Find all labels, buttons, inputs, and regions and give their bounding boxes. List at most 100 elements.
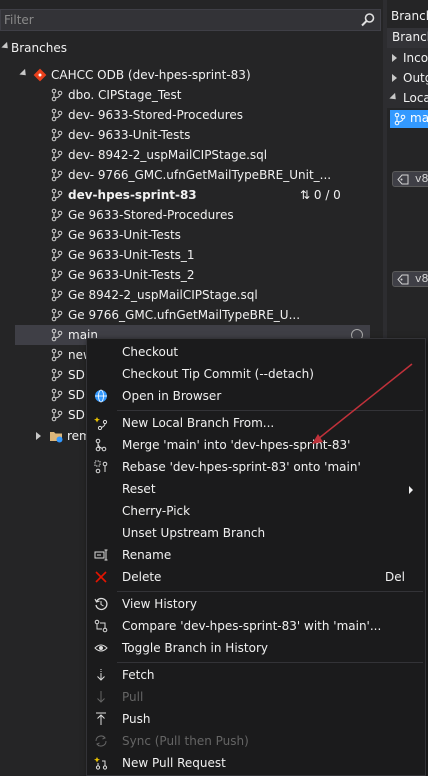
menu-merge[interactable]: Merge 'main' into 'dev-hpes-sprint-83' [87, 434, 425, 456]
expand-icon[interactable] [389, 92, 399, 103]
branch-icon [51, 188, 63, 202]
expand-icon[interactable] [36, 432, 41, 440]
branch-label: Ge 9633-Unit-Tests_2 [68, 268, 195, 282]
branch-label: Ge 9633-Unit-Tests_1 [68, 248, 195, 262]
menu-label: Merge 'main' into 'dev-hpes-sprint-83' [122, 438, 351, 452]
history-branch-selector[interactable]: Branch [387, 28, 428, 48]
repo-label: CAHCC ODB (dev-hpes-sprint-83) [51, 68, 251, 82]
tree-repo-node[interactable]: CAHCC ODB (dev-hpes-sprint-83) [19, 65, 380, 85]
eye-icon [94, 644, 108, 652]
menu-reset[interactable]: Reset [87, 478, 425, 500]
menu-label: Open in Browser [122, 389, 222, 403]
branch-item[interactable]: dev- 9633-Stored-Procedures [50, 105, 370, 125]
menu-checkout[interactable]: Checkout [87, 341, 425, 363]
history-title: Branch [391, 9, 428, 23]
menu-push[interactable]: Push [87, 708, 425, 730]
menu-shortcut: Del [385, 570, 405, 584]
tree-branches-header[interactable]: Branches [0, 38, 380, 58]
branches-header-label: Branches [11, 41, 67, 55]
fetch-icon [97, 669, 105, 681]
branch-label: dbo. CIPStage_Test [68, 88, 182, 102]
incoming-label: Inco [403, 51, 428, 65]
expand-icon[interactable] [392, 74, 397, 82]
branch-icon [51, 348, 63, 362]
menu-rename[interactable]: Rename [87, 544, 425, 566]
menu-delete[interactable]: Delete Del [87, 566, 425, 588]
branch-item[interactable]: Ge 9766_GMC.ufnGetMailTypeBRE_U... [50, 305, 370, 325]
pull-request-icon [94, 757, 108, 770]
branch-item[interactable]: dev- 9633-Unit-Tests [50, 125, 370, 145]
menu-fetch[interactable]: Fetch [87, 664, 425, 686]
history-icon [94, 597, 108, 611]
branch-label: Ge 9766_GMC.ufnGetMailTypeBRE_U... [68, 308, 301, 322]
menu-unset-upstream[interactable]: Unset Upstream Branch [87, 522, 425, 544]
menu-pull[interactable]: Pull [87, 686, 425, 708]
menu-rebase[interactable]: Rebase 'dev-hpes-sprint-83' onto 'main' [87, 456, 425, 478]
branch-item[interactable]: dev-hpes-sprint-83 ⇅ 0 / 0 [50, 185, 370, 205]
branch-item[interactable]: Ge 9633-Stored-Procedures [50, 205, 370, 225]
branch-icon [51, 128, 63, 142]
local-section[interactable]: Loca [387, 88, 428, 108]
branch-item[interactable]: dbo. CIPStage_Test [50, 85, 370, 105]
menu-label: Reset [122, 482, 156, 496]
menu-separator [117, 591, 423, 592]
menu-checkout-tip[interactable]: Checkout Tip Commit (--detach) [87, 363, 425, 385]
branch-icon [394, 112, 406, 126]
branch-icon [51, 388, 63, 402]
branch-item[interactable]: Ge 9633-Unit-Tests_1 [50, 245, 370, 265]
local-main-label: ma [410, 111, 428, 125]
expand-icon[interactable] [1, 41, 11, 52]
globe-icon [95, 389, 107, 403]
menu-label: Sync (Pull then Push) [122, 734, 249, 748]
branch-label: dev- 9766_GMC.ufnGetMailTypeBRE_Unit_... [68, 168, 332, 182]
menu-label: Compare 'dev-hpes-sprint-83' with 'main'… [122, 619, 382, 633]
branch-item[interactable]: dev- 8942-2_uspMailCIPStage.sql [50, 145, 370, 165]
outgoing-label: Outg [403, 71, 428, 85]
branch-icon [51, 108, 63, 122]
branch-icon [51, 308, 63, 322]
branch-item[interactable]: Ge 8942-2_uspMailCIPStage.sql [50, 285, 370, 305]
menu-sync[interactable]: Sync (Pull then Push) [87, 730, 425, 752]
menu-cherry-pick[interactable]: Cherry-Pick [87, 500, 425, 522]
branch-icon [51, 148, 63, 162]
menu-open-in-browser[interactable]: Open in Browser [87, 385, 425, 407]
branch-item[interactable]: dev- 9766_GMC.ufnGetMailTypeBRE_Unit_... [50, 165, 370, 185]
outgoing-section[interactable]: Outg [387, 68, 428, 88]
menu-view-history[interactable]: View History [87, 593, 425, 615]
filter-box[interactable]: Filter [0, 9, 381, 31]
branch-label: Ge 9633-Stored-Procedures [68, 208, 234, 222]
branch-icon [51, 288, 63, 302]
branch-icon [51, 208, 63, 222]
menu-label: Toggle Branch in History [122, 641, 268, 655]
branch-context-menu: Checkout Checkout Tip Commit (--detach) … [86, 338, 426, 776]
filter-input[interactable]: Filter [4, 13, 34, 27]
menu-compare[interactable]: Compare 'dev-hpes-sprint-83' with 'main'… [87, 615, 425, 637]
pull-icon [97, 691, 105, 703]
compare-icon [94, 619, 108, 633]
folder-remote-icon [50, 432, 63, 443]
menu-label: New Pull Request [122, 756, 226, 770]
menu-new-pull-request[interactable]: New Pull Request [87, 752, 425, 774]
new-branch-icon [94, 417, 108, 430]
menu-separator [117, 662, 423, 663]
menu-label: Fetch [122, 668, 155, 682]
branch-item[interactable]: Ge 9633-Unit-Tests [50, 225, 370, 245]
incoming-section[interactable]: Inco [387, 48, 428, 68]
search-icon[interactable] [360, 12, 376, 28]
push-icon [96, 712, 106, 725]
submenu-arrow-icon [409, 486, 413, 494]
tag-icon [397, 174, 409, 185]
menu-label: Unset Upstream Branch [122, 526, 266, 540]
menu-toggle-branch[interactable]: Toggle Branch in History [87, 637, 425, 659]
expand-icon[interactable] [19, 68, 29, 79]
branch-item[interactable]: Ge 9633-Unit-Tests_2 [50, 265, 370, 285]
menu-label: Rename [122, 548, 172, 562]
merge-icon [95, 438, 107, 452]
menu-label: Rebase 'dev-hpes-sprint-83' onto 'main' [122, 460, 361, 474]
tag-badge: v8 [392, 171, 428, 187]
expand-icon[interactable] [392, 54, 397, 62]
menu-label: Checkout [122, 345, 179, 359]
branch-label: dev- 8942-2_uspMailCIPStage.sql [68, 148, 268, 162]
menu-new-local-branch[interactable]: New Local Branch From... [87, 412, 425, 434]
local-main-item[interactable]: ma [390, 110, 428, 128]
